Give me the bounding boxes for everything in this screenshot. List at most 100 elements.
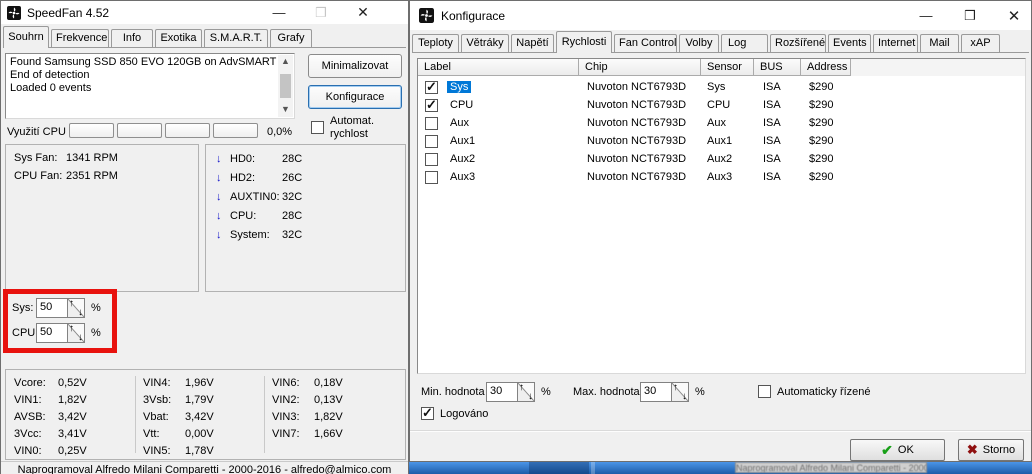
spin-buttons[interactable]: ↑ ↓ — [68, 323, 85, 343]
divider — [264, 376, 265, 453]
table-row[interactable]: Aux2 Nuvoton NCT6793D Aux2 ISA $290 — [418, 151, 1025, 169]
close-icon[interactable]: ✕ — [1007, 7, 1021, 25]
tab-info[interactable]: Info — [111, 29, 153, 47]
minimize-icon[interactable]: — — [919, 8, 933, 23]
column-header-filler — [851, 59, 1025, 76]
sys-speed-value[interactable]: 50 — [36, 298, 68, 318]
tab-rozsirene[interactable]: Rozšířené — [770, 34, 826, 52]
minimize-icon[interactable]: — — [272, 5, 286, 20]
max-value-input[interactable]: 30 — [640, 382, 672, 402]
checkmark-icon: ✓ — [422, 405, 433, 420]
spin-down-icon[interactable]: ↓ — [78, 332, 83, 343]
close-icon[interactable]: ✕ — [356, 4, 370, 21]
tab-exotika[interactable]: Exotika — [155, 29, 202, 47]
cell-sensor: Aux1 — [707, 135, 733, 147]
cell-label[interactable]: Aux — [450, 117, 469, 129]
min-value-input[interactable]: 30 — [486, 382, 518, 402]
column-header-label[interactable]: Label — [418, 59, 579, 76]
auto-speed-checkbox[interactable] — [311, 121, 324, 134]
speedfan-titlebar[interactable]: SpeedFan 4.52 — ❒ ✕ — [1, 1, 408, 24]
spin-up-icon[interactable]: ↑ — [673, 382, 678, 393]
konfigurace-tab-bar: Teploty Větráky Napětí Rychlosti Fan Con… — [412, 31, 1029, 53]
sys-speed-spinner[interactable]: 50 ↑ ↓ — [36, 298, 85, 318]
cell-label[interactable]: Sys — [447, 81, 472, 93]
tab-fan-control[interactable]: Fan Control — [614, 34, 677, 52]
divider — [410, 430, 1031, 432]
row-checkbox[interactable] — [425, 135, 438, 148]
row-checkbox[interactable] — [425, 153, 438, 166]
min-value-spinner[interactable]: 30 ↑ ↓ — [486, 382, 535, 402]
voltage-col-3: VIN6: 0,18V VIN2: 0,13V VIN3: 1,82V VIN7: 1,… — [272, 375, 343, 443]
tab-log[interactable]: Log — [721, 34, 768, 52]
log-line: Loaded 0 events — [10, 82, 92, 94]
voltage-value: 1,79V — [185, 394, 214, 406]
log-scrollbar[interactable]: ▲ ▼ — [278, 55, 293, 117]
tab-frekvence[interactable]: Frekvence — [51, 29, 109, 47]
max-value-spinner[interactable]: 30 ↑ ↓ — [640, 382, 689, 402]
auto-managed-checkbox[interactable] — [758, 385, 771, 398]
row-checkbox[interactable] — [425, 171, 438, 184]
scroll-thumb[interactable] — [280, 74, 291, 98]
cell-label[interactable]: Aux2 — [450, 153, 475, 165]
tab-events[interactable]: Events — [828, 34, 871, 52]
temp-value: 28C — [282, 210, 303, 222]
tab-xap[interactable]: xAP — [961, 34, 1000, 52]
spin-buttons[interactable]: ↑ ↓ — [518, 382, 535, 402]
ok-check-icon: ✔ — [881, 441, 893, 458]
fan-label: CPU Fan: — [14, 170, 63, 182]
logging-checkbox[interactable]: ✓ — [421, 405, 434, 420]
row-checkbox[interactable]: ✓ — [425, 79, 438, 94]
tab-mail[interactable]: Mail — [920, 34, 959, 52]
column-header-address[interactable]: Address — [801, 59, 851, 76]
tab-rychlosti[interactable]: Rychlosti — [556, 31, 612, 53]
detection-log[interactable]: Found Samsung SSD 850 EVO 120GB on AdvSM… — [5, 53, 295, 119]
cell-label[interactable]: Aux1 — [450, 135, 475, 147]
tab-napeti[interactable]: Napětí — [511, 34, 554, 52]
row-checkbox[interactable] — [425, 117, 438, 130]
storno-button[interactable]: ✖ Storno — [958, 439, 1024, 461]
tab-grafy[interactable]: Grafy — [270, 29, 312, 47]
konfigurace-button[interactable]: Konfigurace — [308, 85, 402, 109]
spin-up-icon[interactable]: ↑ — [519, 382, 524, 393]
table-row[interactable]: Aux1 Nuvoton NCT6793D Aux1 ISA $290 — [418, 133, 1025, 151]
voltage-label: VIN5: — [143, 445, 171, 457]
cpu-speed-value[interactable]: 50 — [36, 323, 68, 343]
column-header-chip[interactable]: Chip — [579, 59, 701, 76]
table-row[interactable]: Aux3 Nuvoton NCT6793D Aux3 ISA $290 — [418, 169, 1025, 187]
spin-up-icon[interactable]: ↑ — [69, 298, 74, 309]
spin-up-icon[interactable]: ↑ — [69, 323, 74, 334]
tab-internet[interactable]: Internet — [873, 34, 918, 52]
tab-vetraky[interactable]: Větráky — [461, 34, 509, 52]
column-header-sensor[interactable]: Sensor — [701, 59, 754, 76]
voltage-label: VIN4: — [143, 377, 171, 389]
tab-smart[interactable]: S.M.A.R.T. — [204, 29, 268, 47]
maximize-icon[interactable]: ❒ — [963, 8, 977, 24]
ok-button[interactable]: ✔ OK — [850, 439, 945, 461]
cpu-speed-spinner[interactable]: 50 ↑ ↓ — [36, 323, 85, 343]
scroll-up-icon[interactable]: ▲ — [281, 55, 290, 69]
tab-volby[interactable]: Volby — [679, 34, 719, 52]
konfigurace-titlebar[interactable]: Konfigurace — ❒ ✕ — [410, 1, 1031, 30]
taskbar-item[interactable] — [529, 462, 589, 474]
row-checkbox[interactable]: ✓ — [425, 97, 438, 112]
minimalizovat-button[interactable]: Minimalizovat — [308, 54, 402, 78]
spin-down-icon[interactable]: ↓ — [528, 391, 533, 402]
cell-label[interactable]: CPU — [450, 99, 473, 111]
tab-souhrn[interactable]: Souhrn — [3, 26, 49, 48]
window-title: Konfigurace — [441, 8, 506, 23]
spin-down-icon[interactable]: ↓ — [78, 307, 83, 318]
table-row[interactable]: ✓ Sys Nuvoton NCT6793D Sys ISA $290 — [418, 79, 1025, 97]
spin-buttons[interactable]: ↑ ↓ — [672, 382, 689, 402]
temp-row: ↓ HD0: 28C — [216, 153, 302, 165]
table-row[interactable]: Aux Nuvoton NCT6793D Aux ISA $290 — [418, 115, 1025, 133]
voltage-value: 0,00V — [185, 428, 214, 440]
table-row[interactable]: ✓ CPU Nuvoton NCT6793D CPU ISA $290 — [418, 97, 1025, 115]
tab-teploty[interactable]: Teploty — [412, 34, 459, 52]
scroll-down-icon[interactable]: ▼ — [281, 103, 290, 117]
taskbar[interactable]: Naprogramoval Alfredo Milani Comparetti … — [409, 462, 1032, 474]
spin-buttons[interactable]: ↑ ↓ — [68, 298, 85, 318]
spin-down-icon[interactable]: ↓ — [682, 391, 687, 402]
column-header-bus[interactable]: BUS — [754, 59, 801, 76]
cell-label[interactable]: Aux3 — [450, 171, 475, 183]
sensor-table[interactable]: Label Chip Sensor BUS Address ✓ Sys Nuvo… — [417, 58, 1026, 374]
